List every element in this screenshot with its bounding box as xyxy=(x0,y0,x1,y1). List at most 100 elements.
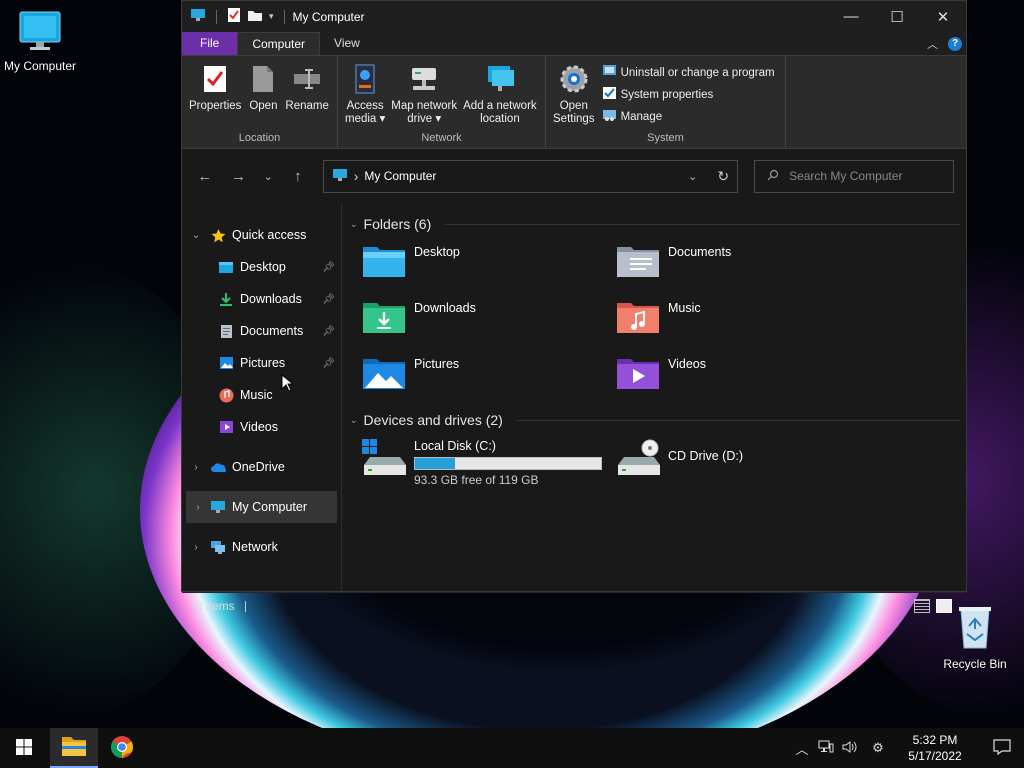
breadcrumb-my-computer[interactable]: My Computer xyxy=(364,169,436,183)
drive-local-disk-c[interactable]: Local Disk (C:) 93.3 GB free of 119 GB xyxy=(362,439,616,487)
section-divider xyxy=(516,419,960,421)
drive-usage-bar xyxy=(414,457,602,470)
folder-videos[interactable]: Videos xyxy=(616,355,870,399)
clock-time: 5:32 PM xyxy=(912,733,958,747)
ribbon-group-network: Access media ▾ Map network drive ▾ Add a… xyxy=(338,56,546,148)
refresh-icon[interactable]: ↻ xyxy=(717,168,729,185)
maximize-button[interactable]: ☐ xyxy=(874,1,920,32)
nav-item-music[interactable]: Music xyxy=(182,379,341,411)
drive-details: Local Disk (C:) 93.3 GB free of 119 GB xyxy=(414,439,602,487)
up-arrow-icon[interactable]: ↑ xyxy=(283,168,313,185)
taskbar-chrome[interactable] xyxy=(98,728,146,768)
collapse-ribbon-chevron-icon[interactable]: ︿ xyxy=(927,36,938,52)
manage-button[interactable]: Manage xyxy=(602,108,775,125)
window-monitor-icon xyxy=(190,8,206,25)
uninstall-program-label: Uninstall or change a program xyxy=(620,66,775,79)
nav-item-desktop[interactable]: Desktop 📌︎ xyxy=(182,251,341,283)
nav-item-documents[interactable]: Documents 📌︎ xyxy=(182,315,341,347)
address-bar[interactable]: › My Computer ⌄ ↻ xyxy=(322,159,739,193)
collapsed-chevron-icon[interactable]: › xyxy=(182,542,210,553)
ribbon: Properties Open Rename Location Access m… xyxy=(182,55,966,149)
drives-section-header[interactable]: ⌄ Devices and drives (2) xyxy=(350,409,960,431)
monitor-icon xyxy=(0,10,80,55)
section-collapse-chevron-icon[interactable]: ⌄ xyxy=(350,415,358,426)
nav-item-videos[interactable]: Videos xyxy=(182,411,341,443)
pin-icon: 📌︎ xyxy=(322,357,335,369)
notification-center-button[interactable] xyxy=(980,738,1024,758)
toolbar-separator xyxy=(283,9,285,24)
new-folder-qa-icon[interactable] xyxy=(247,9,263,25)
details-view-icon[interactable] xyxy=(914,599,930,613)
system-properties-label: System properties xyxy=(620,88,714,101)
start-button[interactable] xyxy=(0,728,48,768)
collapsed-chevron-icon[interactable]: › xyxy=(186,502,210,513)
status-divider xyxy=(244,600,246,612)
folder-documents[interactable]: Documents xyxy=(616,243,870,287)
show-hidden-icons-chevron-icon[interactable]: ︿ xyxy=(790,739,814,758)
desktop-icon-my-computer[interactable]: My Computer xyxy=(0,10,80,73)
nav-item-my-computer[interactable]: › My Computer xyxy=(186,491,337,523)
tab-file[interactable]: File xyxy=(182,32,238,55)
tab-computer[interactable]: Computer xyxy=(237,32,321,55)
search-input[interactable] xyxy=(789,169,940,183)
system-properties-button[interactable]: System properties xyxy=(602,86,775,103)
nav-item-label: Desktop xyxy=(240,260,286,274)
drive-cd-d[interactable]: CD Drive (D:) xyxy=(616,439,870,487)
add-network-location-label-line1: Add a network xyxy=(463,100,537,112)
minimize-button[interactable]: — xyxy=(828,1,874,32)
network-icon xyxy=(210,539,226,555)
status-bar: 8 items xyxy=(182,592,966,619)
help-icon[interactable]: ? xyxy=(948,36,962,51)
nav-item-pictures[interactable]: Pictures 📌︎ xyxy=(182,347,341,379)
desktop-icon-label: My Computer xyxy=(3,59,77,73)
nav-item-label: Music xyxy=(240,388,273,402)
folder-music[interactable]: Music xyxy=(616,299,870,343)
forward-arrow-icon[interactable]: → xyxy=(224,168,254,185)
folder-desktop[interactable]: Desktop xyxy=(362,243,616,287)
back-arrow-icon[interactable]: ← xyxy=(190,168,220,185)
address-dropdown-chevron-icon[interactable]: ⌄ xyxy=(688,170,697,183)
settings-gear-tray-icon[interactable]: ⚙ xyxy=(866,740,890,756)
uninstall-program-button[interactable]: Uninstall or change a program xyxy=(602,64,775,81)
title-bar[interactable]: ▾ My Computer — ☐ ✕ xyxy=(182,1,966,32)
network-status-icon[interactable] xyxy=(814,740,838,757)
clock[interactable]: 5:32 PM 5/17/2022 xyxy=(898,732,972,764)
ribbon-group-label: Network xyxy=(421,132,462,144)
nav-item-network[interactable]: › Network xyxy=(182,531,341,563)
close-button[interactable]: ✕ xyxy=(920,1,966,32)
search-box[interactable] xyxy=(754,159,955,193)
system-tray: ︿ ⚙ 5:32 PM 5/17/2022 xyxy=(790,728,1024,768)
rename-label: Rename xyxy=(285,100,329,112)
view-switcher xyxy=(914,599,952,613)
collapsed-chevron-icon[interactable]: › xyxy=(182,462,210,473)
drives-grid: Local Disk (C:) 93.3 GB free of 119 GB C… xyxy=(350,431,960,487)
pin-icon: 📌︎ xyxy=(322,261,335,273)
drive-label: Local Disk (C:) xyxy=(414,439,496,453)
pin-icon: 📌︎ xyxy=(322,293,335,305)
properties-qa-icon[interactable] xyxy=(227,7,241,26)
folder-pictures[interactable]: Pictures xyxy=(362,355,616,399)
folder-downloads[interactable]: Downloads xyxy=(362,299,616,343)
pictures-folder-icon xyxy=(362,355,406,391)
folder-label: Downloads xyxy=(414,301,476,315)
section-title: Folders (6) xyxy=(363,216,432,232)
section-collapse-chevron-icon[interactable]: ⌄ xyxy=(350,219,358,230)
download-arrow-icon xyxy=(218,291,234,307)
customize-qa-chevron-icon[interactable]: ▾ xyxy=(269,11,274,22)
large-icons-view-icon[interactable] xyxy=(936,599,952,613)
section-divider xyxy=(445,223,960,225)
recent-locations-chevron-icon[interactable]: ⌄ xyxy=(257,170,279,183)
nav-item-downloads[interactable]: Downloads 📌︎ xyxy=(182,283,341,315)
tab-view[interactable]: View xyxy=(320,32,374,55)
expanded-chevron-icon[interactable]: ⌄ xyxy=(182,230,210,241)
music-folder-icon xyxy=(616,299,660,335)
ribbon-right-controls: ︿ ? xyxy=(927,32,966,55)
nav-item-onedrive[interactable]: › OneDrive xyxy=(182,451,341,483)
taskbar-file-explorer[interactable] xyxy=(50,728,98,768)
documents-folder-icon xyxy=(616,243,660,279)
navigation-bar: ← → ⌄ ↑ › My Computer ⌄ ↻ xyxy=(182,149,966,203)
folders-section-header[interactable]: ⌄ Folders (6) xyxy=(350,213,960,235)
navigation-pane[interactable]: ⌄ Quick access Desktop 📌︎ Downloads 📌︎ D… xyxy=(182,203,342,592)
volume-icon[interactable] xyxy=(838,740,862,757)
nav-quick-access[interactable]: ⌄ Quick access xyxy=(182,219,341,251)
